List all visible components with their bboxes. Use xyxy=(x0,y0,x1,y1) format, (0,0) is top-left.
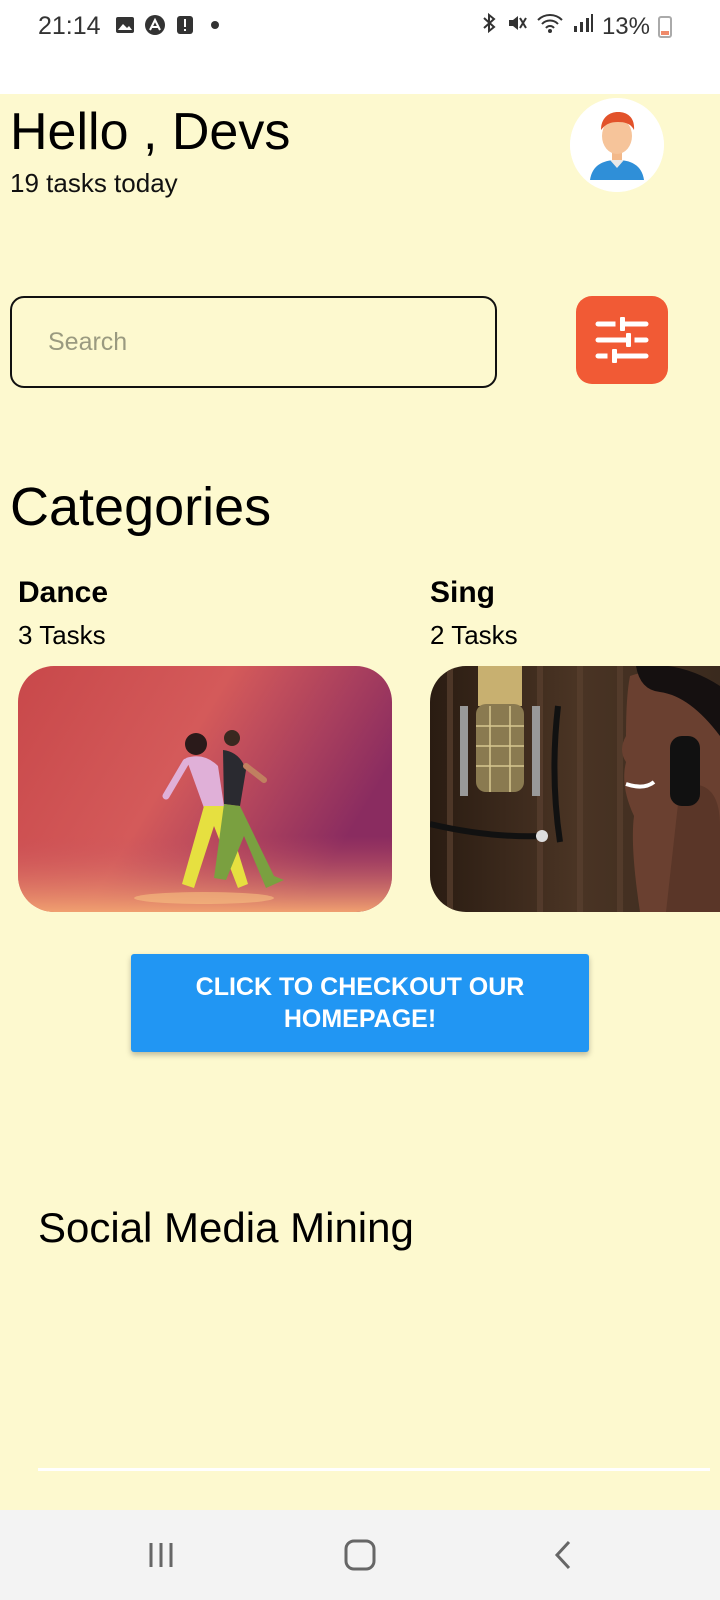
signal-icon xyxy=(572,12,594,41)
avatar[interactable] xyxy=(570,98,664,192)
sing-image xyxy=(430,666,720,912)
user-avatar-icon xyxy=(570,98,664,192)
category-card-dance[interactable]: Dance 3 Tasks xyxy=(18,576,392,912)
search-input[interactable] xyxy=(10,296,497,388)
category-count: 3 Tasks xyxy=(18,620,106,650)
system-icons: 13% xyxy=(480,12,672,41)
greeting-title: Hello , Devs xyxy=(10,103,291,161)
wifi-icon xyxy=(536,12,564,41)
category-card-sing[interactable]: Sing 2 Tasks xyxy=(430,576,720,912)
dot-icon xyxy=(204,14,226,36)
back-button[interactable] xyxy=(540,1532,586,1578)
battery-icon xyxy=(658,15,672,38)
bluetooth-icon xyxy=(480,12,498,41)
filter-button[interactable] xyxy=(576,296,668,384)
social-media-mining-title: Social Media Mining xyxy=(38,1204,414,1251)
recents-icon xyxy=(149,1543,173,1567)
divider xyxy=(38,1468,710,1471)
home-icon xyxy=(344,1539,376,1571)
app-icon xyxy=(144,14,166,36)
tasks-subtitle: 19 tasks today xyxy=(10,168,178,198)
alert-icon xyxy=(174,14,196,36)
navigation-bar xyxy=(0,1510,720,1600)
categories-title: Categories xyxy=(10,477,272,537)
notification-icons xyxy=(114,14,226,36)
sliders-icon xyxy=(595,317,649,363)
home-button[interactable] xyxy=(337,1532,383,1578)
category-name: Dance xyxy=(18,576,109,609)
category-name: Sing xyxy=(430,576,495,609)
status-bar: 21:14 13% xyxy=(0,0,720,94)
dance-image xyxy=(18,666,392,912)
mute-icon xyxy=(506,12,528,41)
homepage-cta-button[interactable]: CLICK TO CHECKOUT OUR HOMEPAGE! xyxy=(131,954,589,1052)
main-content: Hello , Devs 19 tasks today Search Categ… xyxy=(0,94,720,1510)
category-count: 2 Tasks xyxy=(430,620,518,650)
battery-level: 13% xyxy=(601,12,650,40)
recents-button[interactable] xyxy=(138,1532,184,1578)
image-icon xyxy=(114,14,136,36)
back-icon xyxy=(554,1540,571,1570)
status-time: 21:14 xyxy=(38,12,101,40)
